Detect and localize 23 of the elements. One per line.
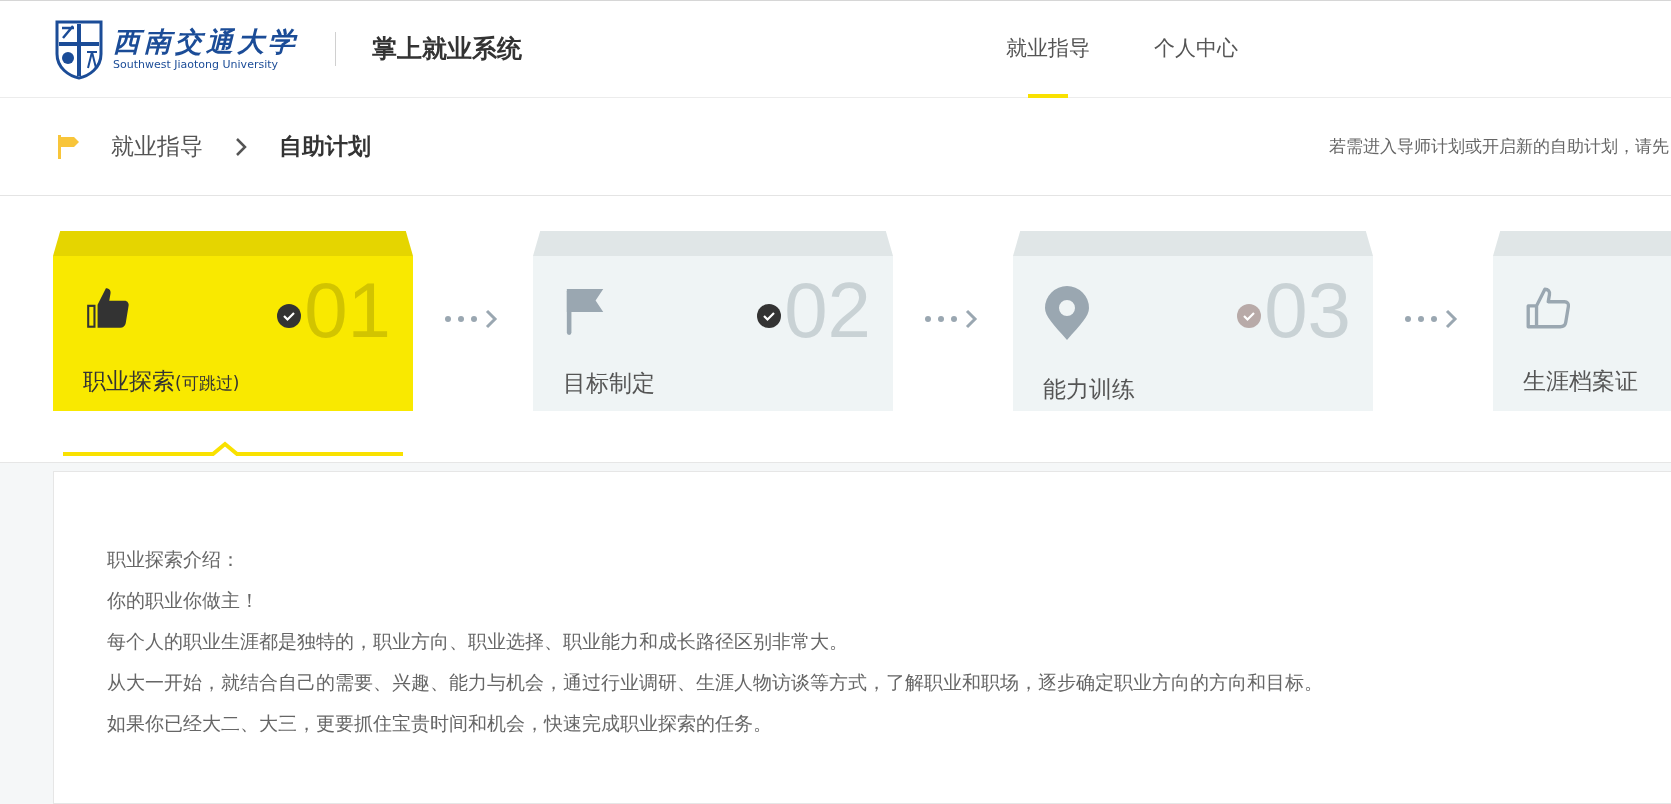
chevron-right-icon — [235, 136, 247, 157]
selection-indicator-icon — [63, 441, 403, 457]
intro-text: 职业探索介绍： — [107, 548, 241, 571]
location-pin-icon — [1043, 284, 1091, 342]
step-title: 生涯档案证 — [1523, 368, 1638, 394]
nav-tab[interactable]: 个人中心 — [1154, 1, 1238, 97]
step-subtitle: (可跳过) — [175, 372, 240, 395]
breadcrumb-current: 自助计划 — [279, 132, 371, 162]
step-title: 能力训练 — [1043, 376, 1135, 402]
step-title: 目标制定 — [563, 370, 655, 396]
step-title: 职业探索 — [83, 368, 175, 394]
university-name: 西南交通大学 — [113, 26, 299, 58]
intro-text: 你的职业你做主！ — [107, 589, 260, 612]
intro-text: 每个人的职业生涯都是独特的，职业方向、职业选择、职业能力和成长路径区别非常大。 — [107, 630, 849, 653]
nav-tab[interactable]: 就业指导 — [1006, 1, 1090, 97]
intro-text: 从大一开始，就结合自己的需要、兴趣、能力与机会，通过行业调研、生涯人物访谈等方式，了解职业和职场，逐步确定职业方向的方向和目标。 — [107, 671, 1324, 694]
notice-text: 若需进入导师计划或开启新的自助计划，请先 — [1329, 134, 1670, 158]
signpost-icon — [55, 132, 81, 161]
system-title: 掌上就业系统 — [372, 33, 522, 66]
university-crest-icon — [53, 18, 105, 80]
intro-text: 如果你已经大二、大三，更要抓住宝贵时间和机会，快速完成职业探索的任务。 — [107, 712, 773, 735]
breadcrumb-link[interactable]: 就业指导 — [111, 129, 203, 164]
university-english-name: Southwest Jiaotong University — [113, 58, 280, 72]
